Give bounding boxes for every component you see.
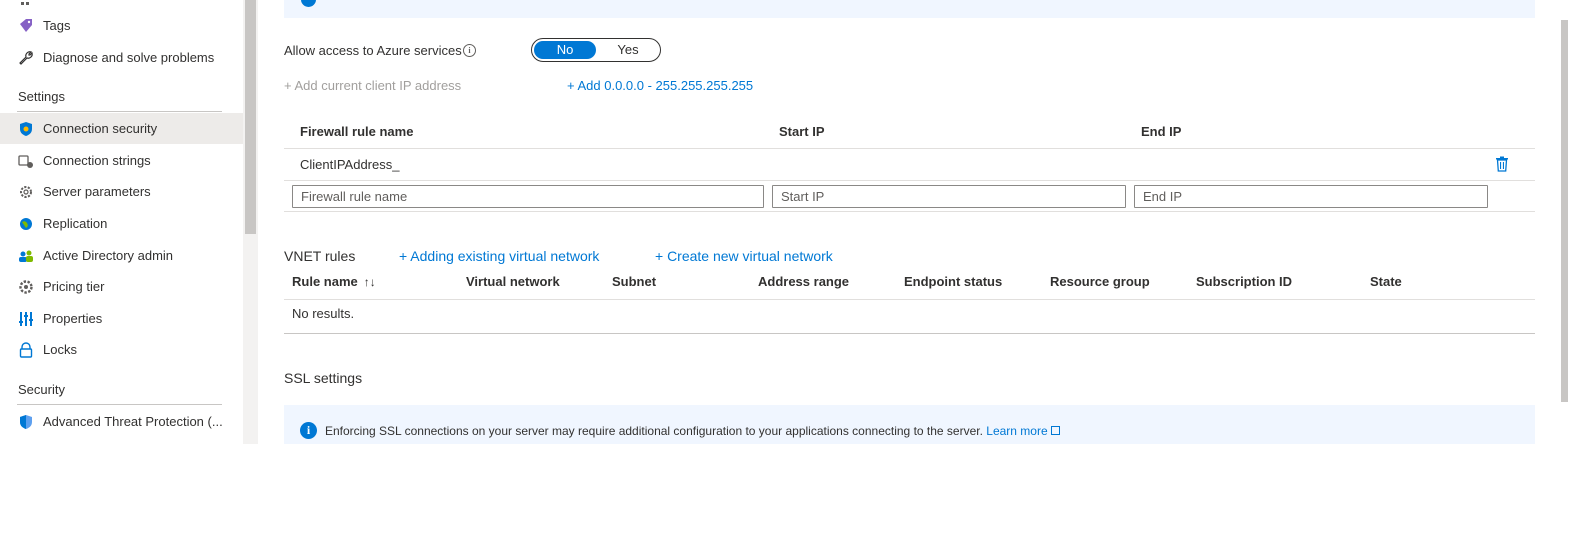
firewall-row-name: ClientIPAddress_ [300, 157, 400, 172]
info-icon: i [300, 422, 317, 439]
sidebar-item-label: Replication [43, 216, 108, 231]
gear-icon [17, 278, 34, 295]
tag-icon [17, 17, 34, 34]
sort-icon[interactable]: ↑↓ [364, 275, 376, 289]
divider [17, 404, 222, 405]
allow-azure-services-toggle[interactable]: No Yes [531, 38, 661, 62]
sidebar-item-connection-strings[interactable]: Connection strings [0, 145, 243, 176]
add-ip-range-link[interactable]: + Add 0.0.0.0 - 255.255.255.255 [567, 78, 753, 93]
sidebar-item-label: Active Directory admin [43, 248, 174, 263]
vnet-header-label: Rule name [292, 274, 358, 289]
sidebar-item-label: Connection strings [43, 153, 151, 168]
allow-azure-services-label: Allow access to Azure services [284, 43, 462, 58]
vnet-header-subnet: Subnet [612, 274, 657, 289]
create-new-vnet-link[interactable]: + Create new virtual network [655, 248, 833, 264]
sidebar-item-connection-security[interactable]: Connection security [0, 113, 243, 144]
sidebar-item-label: Tags [43, 18, 71, 33]
ssl-settings-title: SSL settings [284, 370, 363, 386]
sidebar-item-label: Pricing tier [43, 279, 105, 294]
sidebar: Tags Diagnose and solve problems Setting… [0, 0, 243, 444]
divider [284, 180, 1535, 181]
plug-icon [17, 152, 34, 169]
learn-more-label: Learn more [986, 424, 1048, 438]
divider [284, 299, 1535, 300]
divider [284, 148, 1535, 149]
vnet-header-address-range: Address range [758, 274, 850, 289]
sidebar-item-advanced-threat-protection[interactable]: Advanced Threat Protection (... [0, 406, 243, 437]
info-banner-top [284, 0, 1535, 18]
vnet-header-state: State [1370, 274, 1402, 289]
gear-icon [17, 183, 34, 200]
lock-icon [17, 341, 34, 358]
page-scrollbar-thumb[interactable] [1561, 20, 1568, 402]
start-ip-input[interactable] [772, 185, 1126, 208]
divider [17, 111, 222, 112]
ssl-info-banner: i Enforcing SSL connections on your serv… [284, 405, 1535, 444]
end-ip-input[interactable] [1134, 185, 1488, 208]
vnet-header-endpoint-status: Endpoint status [904, 274, 1003, 289]
add-client-ip-link[interactable]: + Add current client IP address [284, 78, 461, 93]
vnet-header-rule-name[interactable]: Rule name ↑↓ [292, 274, 376, 289]
vnet-header-virtual-network: Virtual network [466, 274, 560, 289]
sidebar-item-pricing-tier[interactable]: Pricing tier [0, 271, 243, 302]
vnet-rules-title: VNET rules [284, 248, 356, 264]
sidebar-item-tags[interactable]: Tags [0, 10, 243, 41]
sidebar-item-label: Server parameters [43, 184, 151, 199]
app-window: Tags Diagnose and solve problems Setting… [0, 0, 1589, 444]
firewall-header-start-ip: Start IP [779, 124, 825, 139]
add-existing-vnet-link[interactable]: + Adding existing virtual network [399, 248, 599, 264]
firewall-header-end-ip: End IP [1141, 124, 1182, 139]
globe-icon [17, 215, 34, 232]
shield-icon [17, 413, 34, 430]
info-icon[interactable]: i [463, 44, 476, 57]
toggle-yes-option[interactable]: Yes [598, 41, 658, 59]
sidebar-item-locks[interactable]: Locks [0, 334, 243, 365]
external-link-icon [1050, 426, 1060, 435]
firewall-rule-name-input[interactable] [292, 185, 764, 208]
users-icon [17, 247, 34, 264]
sidebar-scrollbar-thumb[interactable] [245, 0, 256, 234]
sliders-icon [17, 310, 34, 327]
sidebar-item-properties[interactable]: Properties [0, 303, 243, 334]
sidebar-item-diagnose[interactable]: Diagnose and solve problems [0, 42, 243, 73]
sidebar-item-server-parameters[interactable]: Server parameters [0, 176, 243, 207]
divider [284, 211, 1535, 212]
main-content: Allow access to Azure services i No Yes … [258, 0, 1558, 444]
sidebar-item-label: Advanced Threat Protection (... [43, 414, 223, 429]
learn-more-link[interactable]: Learn more [986, 424, 1060, 438]
ssl-info-message: Enforcing SSL connections on your server… [325, 424, 983, 438]
vnet-header-subscription-id: Subscription ID [1196, 274, 1293, 289]
firewall-header-name: Firewall rule name [300, 124, 414, 139]
security-heading: Security [18, 382, 65, 397]
shield-icon [17, 120, 34, 137]
ssl-info-text: Enforcing SSL connections on your server… [325, 424, 1060, 438]
settings-heading: Settings [18, 89, 65, 104]
vnet-header-resource-group: Resource group [1050, 274, 1150, 289]
info-icon [301, 0, 316, 7]
vnet-empty-text: No results. [292, 306, 355, 321]
divider [284, 333, 1535, 334]
trash-icon[interactable] [1495, 156, 1509, 172]
sidebar-item-label: Diagnose and solve problems [43, 50, 215, 65]
sidebar-item-replication[interactable]: Replication [0, 208, 243, 239]
toggle-no-option[interactable]: No [534, 41, 596, 59]
sidebar-item-label: Properties [43, 311, 103, 326]
wrench-icon [17, 49, 34, 66]
sidebar-item-label: Connection security [43, 121, 158, 136]
sidebar-item-label: Locks [43, 342, 77, 357]
sidebar-item-active-directory-admin[interactable]: Active Directory admin [0, 240, 243, 271]
